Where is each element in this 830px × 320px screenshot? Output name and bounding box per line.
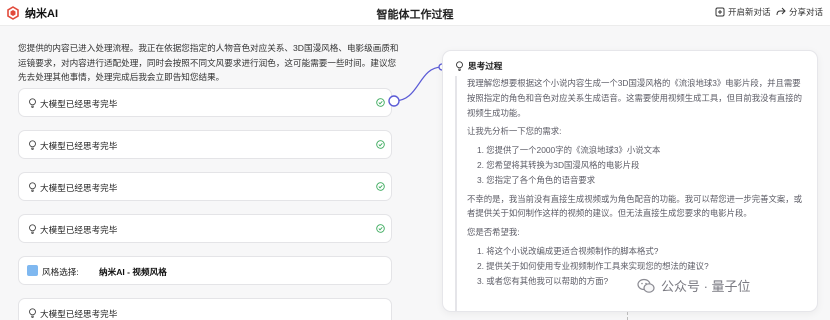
thinking-content: 我理解您想要根据这个小说内容生成一个3D国漫风格的《流浪地球3》电影片段，并且需… xyxy=(455,76,807,311)
thinking-paragraph: 不幸的是，我当前没有直接生成视频或为角色配音的功能。我可以帮您进一步完善文案，或… xyxy=(467,193,802,219)
left-panel: 您提供的内容已进入处理流程。我正在依据您指定的人物音色对应关系、3D国漫风格、电… xyxy=(0,26,415,320)
lightbulb-icon xyxy=(29,308,36,318)
connector-line xyxy=(388,63,446,107)
style-selection-card[interactable]: 风格选择: 纳米AI - 视频风格 xyxy=(18,256,392,285)
thinking-list: 1. 您提供了一个2000字的《流浪地球3》小说文本 2. 您希望将其转换为3D… xyxy=(467,143,807,187)
step-label: 大模型已经思考完毕 xyxy=(40,99,118,109)
watermark: 公众号 · 量子位 xyxy=(637,276,751,295)
style-label: 风格选择: xyxy=(42,267,79,277)
list-item: 1. 您提供了一个2000字的《流浪地球3》小说文本 xyxy=(477,145,661,156)
lightbulb-icon xyxy=(29,182,36,192)
list-item: 1. 将这个小说改编成更适合视频制作的脚本格式? xyxy=(477,245,659,256)
top-bar: 纳米AI 智能体工作过程 开启新对话 分享对话 xyxy=(0,0,830,26)
page-title: 智能体工作过程 xyxy=(376,9,454,21)
thinking-paragraph: 让我先分析一下您的需求: xyxy=(467,126,562,137)
step-label: 大模型已经思考完毕 xyxy=(40,141,118,151)
share-label: 分享对话 xyxy=(789,7,824,17)
step-card[interactable]: 大模型已经思考完毕 xyxy=(18,130,392,159)
step-card[interactable]: 大模型已经思考完毕 xyxy=(18,214,392,243)
lightbulb-icon xyxy=(29,224,36,234)
share-button[interactable]: 分享对话 xyxy=(776,6,823,18)
step-label: 大模型已经思考完毕 xyxy=(40,225,118,235)
thinking-panel: 思考过程 我理解您想要根据这个小说内容生成一个3D国漫风格的《流浪地球3》电影片… xyxy=(442,50,818,312)
thinking-paragraph: 您是否希望我: xyxy=(467,227,520,238)
lightbulb-icon xyxy=(456,61,463,71)
style-value: 纳米AI - 视频风格 xyxy=(99,267,167,277)
intro-message: 您提供的内容已进入处理流程。我正在依据您指定的人物音色对应关系、3D国漫风格、电… xyxy=(18,43,399,82)
step-label: 大模型已经思考完毕 xyxy=(40,183,118,193)
step-card[interactable]: 大模型已经思考完毕 xyxy=(18,88,392,117)
lightbulb-icon xyxy=(29,98,36,108)
step-card[interactable]: 大模型已经思考完毕 xyxy=(18,298,392,320)
wechat-icon xyxy=(637,278,655,293)
new-chat-button[interactable]: 开启新对话 xyxy=(715,6,771,18)
new-chat-icon xyxy=(715,7,725,17)
watermark-text: 公众号 · 量子位 xyxy=(661,279,751,294)
new-chat-label: 开启新对话 xyxy=(728,7,771,17)
lightbulb-icon xyxy=(29,140,36,150)
list-item: 3. 您指定了各个角色的语音要求 xyxy=(477,174,596,185)
step-card[interactable]: 大模型已经思考完毕 xyxy=(18,172,392,201)
check-circle-icon xyxy=(376,140,385,149)
check-circle-icon xyxy=(376,224,385,233)
list-item: 2. 您希望将其转换为3D国漫风格的电影片段 xyxy=(477,159,640,170)
style-icon xyxy=(27,265,38,276)
step-label: 大模型已经思考完毕 xyxy=(40,309,118,319)
list-item: 2. 提供关于如何使用专业视频制作工具来实现您的想法的建议? xyxy=(477,260,709,271)
thinking-header[interactable]: 思考过程 xyxy=(455,60,502,72)
thinking-title: 思考过程 xyxy=(468,61,503,71)
scroll-indicator xyxy=(627,312,628,320)
share-icon xyxy=(776,7,786,16)
thinking-paragraph: 我理解您想要根据这个小说内容生成一个3D国漫风格的《流浪地球3》电影片段，并且需… xyxy=(467,78,802,118)
check-circle-icon xyxy=(376,182,385,191)
